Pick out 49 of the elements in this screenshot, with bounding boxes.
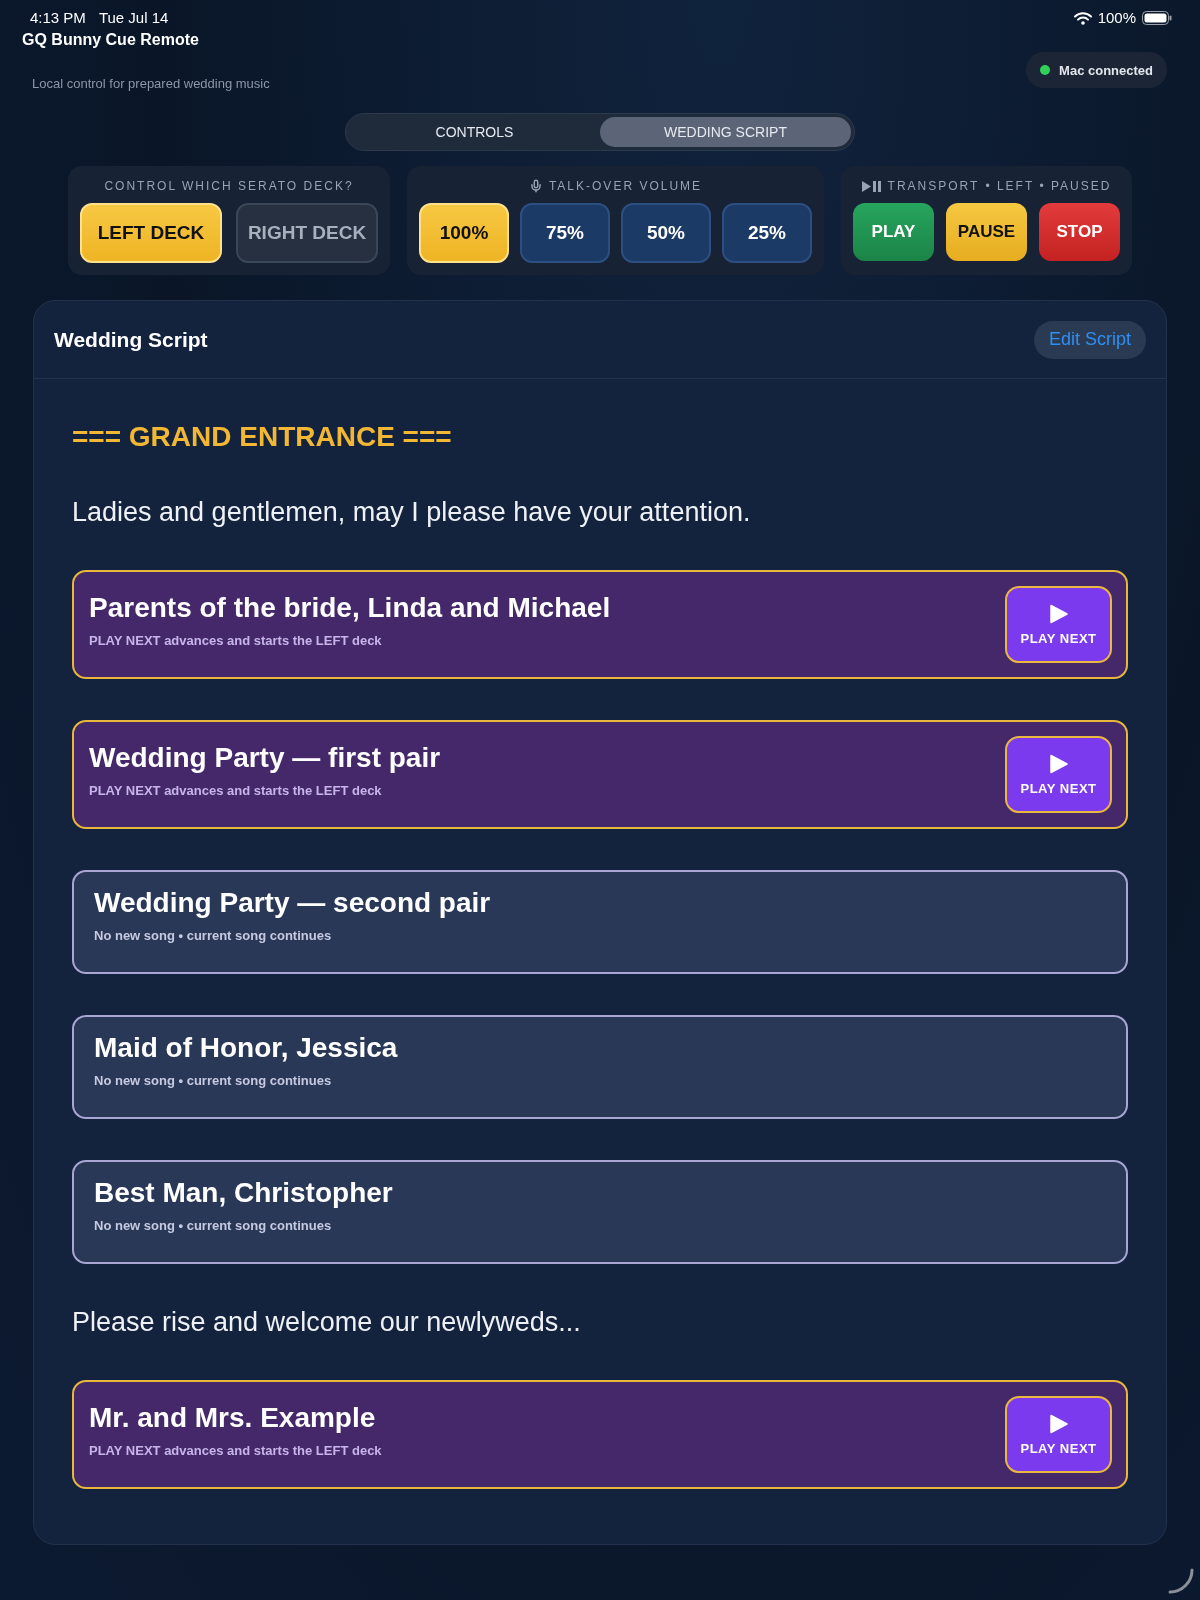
tab[interactable]: CONTROLS [349, 117, 600, 147]
script-line: Ladies and gentlemen, may I please have your attention. [72, 496, 752, 529]
cue-title: Wedding Party — second pair [94, 886, 492, 920]
connection-label: Mac connected [1059, 62, 1153, 78]
play-icon [1049, 603, 1068, 624]
panel-title: TALK-OVER VOLUME [548, 178, 703, 194]
transport-status: • LEFT • PAUSED [985, 178, 1112, 194]
play-next-button[interactable]: PLAY NEXT [1005, 736, 1112, 813]
panel-title: CONTROL WHICH SERATO DECK? [104, 178, 354, 194]
volume-button[interactable]: 25% [722, 203, 812, 263]
cue-note: No new song • current song continues [94, 1073, 333, 1089]
status-time: 4:13 PM [30, 8, 86, 28]
stop-button[interactable]: STOP [1039, 203, 1120, 261]
resize-handle-icon[interactable] [1168, 1568, 1194, 1594]
play-next-button[interactable]: PLAY NEXT [1005, 586, 1112, 663]
cue-title: Parents of the bride, Linda and Michael [89, 590, 611, 625]
card-title: Wedding Script [54, 327, 208, 352]
wifi-icon [1073, 11, 1092, 25]
play-icon [1049, 1413, 1068, 1434]
play-button[interactable]: PLAY [853, 203, 934, 261]
cue-title: Best Man, Christopher [94, 1176, 394, 1210]
deck-button[interactable]: RIGHT DECK [236, 203, 378, 263]
deck-button[interactable]: LEFT DECK [80, 203, 222, 263]
cue-note: PLAY NEXT advances and starts the LEFT deck [89, 632, 383, 649]
cue-title: Maid of Honor, Jessica [94, 1031, 399, 1065]
cue-title: Mr. and Mrs. Example [89, 1400, 377, 1435]
volume-button[interactable]: 100% [419, 203, 509, 263]
microphone-icon [528, 179, 543, 193]
cue-title: Wedding Party — first pair [89, 740, 441, 775]
play-next-button[interactable]: PLAY NEXT [1005, 1396, 1112, 1473]
app-title: GQ Bunny Cue Remote [21, 30, 200, 50]
play-pause-icon [861, 180, 882, 192]
app-subtitle: Local control for prepared wedding music [32, 76, 270, 92]
section-heading: === GRAND ENTRANCE === [72, 420, 453, 454]
pause-button[interactable]: PAUSE [946, 203, 1027, 261]
play-icon [1049, 753, 1068, 774]
panel-title: TRANSPORT [887, 178, 980, 194]
cue-note: No new song • current song continues [94, 1218, 333, 1234]
volume-button[interactable]: 50% [621, 203, 711, 263]
cue-note: No new song • current song continues [94, 928, 333, 944]
edit-script-button[interactable]: Edit Script [1033, 320, 1146, 359]
tab[interactable]: WEDDING SCRIPT [600, 117, 851, 147]
battery-icon [1142, 11, 1172, 25]
cue-note: PLAY NEXT advances and starts the LEFT deck [89, 782, 383, 799]
battery-percent: 100% [1097, 8, 1136, 28]
status-date: Tue Jul 14 [98, 8, 169, 28]
script-line: Please rise and welcome our newlyweds... [72, 1306, 582, 1339]
cue-note: PLAY NEXT advances and starts the LEFT deck [89, 1442, 382, 1459]
volume-button[interactable]: 75% [520, 203, 610, 263]
